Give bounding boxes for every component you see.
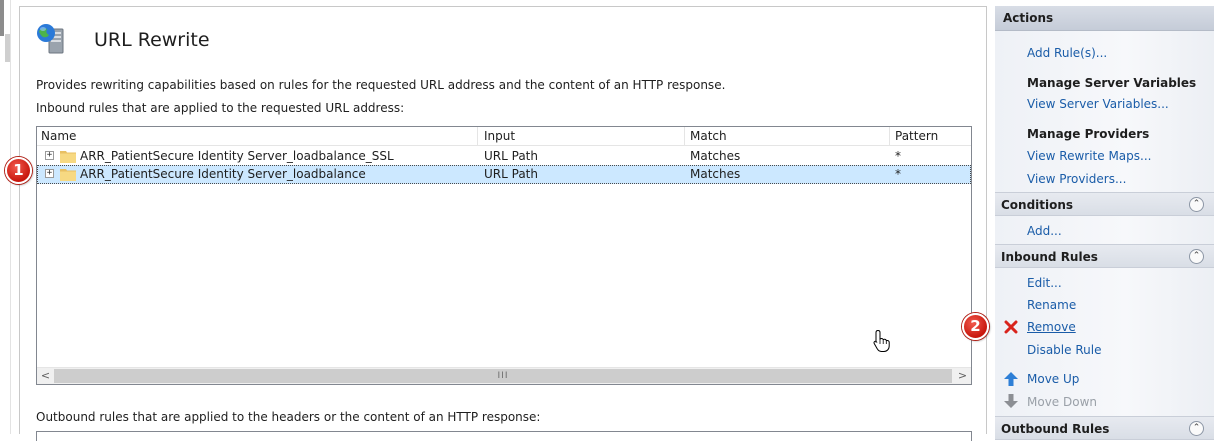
scroll-right-button[interactable]: > [954,368,971,384]
step-badge-1: 1 [5,157,32,184]
table-header: Name Input Match Pattern [37,127,971,146]
remove-rule-link[interactable]: Remove [1027,320,1076,334]
expand-icon[interactable]: + [45,169,54,178]
rule-pattern: * [895,149,901,163]
inbound-rules-title: Inbound Rules [1001,250,1098,264]
rule-name: ARR_PatientSecure Identity Server_loadba… [80,149,394,163]
left-pane-splitter[interactable] [0,0,4,36]
add-condition-link[interactable]: Add... [1027,224,1062,238]
rule-input: URL Path [484,167,538,181]
manage-server-variables-label: Manage Server Variables [1027,76,1197,90]
column-header-match[interactable]: Match [690,129,727,143]
rule-input: URL Path [484,149,538,163]
edit-rule-link[interactable]: Edit... [1027,276,1062,290]
rename-rule-link[interactable]: Rename [1027,298,1076,312]
view-server-variables-link[interactable]: View Server Variables... [1027,97,1169,111]
rule-pattern: * [895,167,901,181]
outbound-rules-section-header[interactable]: Outbound Rules ⌃ [995,416,1214,440]
arrow-down-icon [1004,394,1018,408]
left-pane-divider [10,0,11,434]
view-providers-link[interactable]: View Providers... [1027,172,1126,186]
actions-header: Actions [995,6,1214,31]
rule-match: Matches [690,167,741,181]
rule-match: Matches [690,149,741,163]
view-rewrite-maps-link[interactable]: View Rewrite Maps... [1027,149,1151,163]
actions-title: Actions [1003,11,1054,25]
remove-icon[interactable] [1003,319,1019,335]
outbound-rules-table[interactable] [36,431,972,441]
inbound-rules-section-header[interactable]: Inbound Rules ⌃ [995,244,1214,268]
folder-icon [60,169,76,181]
manage-providers-label: Manage Providers [1027,127,1150,141]
chevron-up-icon[interactable]: ⌃ [1189,197,1204,212]
column-header-pattern[interactable]: Pattern [895,129,938,143]
outbound-rules-label: Outbound rules that are applied to the h… [36,410,541,424]
feature-description: Provides rewriting capabilities based on… [36,78,726,92]
add-rules-link[interactable]: Add Rule(s)... [1027,46,1107,60]
url-rewrite-globe-server-icon [37,24,64,54]
scrollbar-thumb[interactable]: III [54,369,952,383]
move-down-link: Move Down [1027,395,1097,409]
hand-cursor-icon [873,329,890,352]
horizontal-scrollbar[interactable]: < III > [37,367,971,384]
expand-icon[interactable]: + [45,151,54,160]
url-rewrite-panel: URL Rewrite Provides rewriting capabilit… [19,6,987,441]
rule-name: ARR_PatientSecure Identity Server_loadba… [80,167,366,181]
folder-icon [60,151,76,163]
inbound-rules-label: Inbound rules that are applied to the re… [36,101,405,115]
conditions-title: Conditions [1001,198,1074,212]
left-pane-edge [0,0,11,434]
disable-rule-link[interactable]: Disable Rule [1027,343,1101,357]
chevron-up-icon[interactable]: ⌃ [1189,249,1204,264]
table-row-selected[interactable]: + ARR_PatientSecure Identity Server_load… [37,165,971,184]
conditions-section-header[interactable]: Conditions ⌃ [995,192,1214,216]
move-up-link[interactable]: Move Up [1027,372,1079,386]
column-header-input[interactable]: Input [484,129,515,143]
actions-pane: Actions Add Rule(s)... Manage Server Var… [995,6,1214,440]
table-row[interactable]: + ARR_PatientSecure Identity Server_load… [37,147,971,166]
page-title: URL Rewrite [94,29,210,51]
column-header-name[interactable]: Name [41,129,76,143]
inbound-rules-table[interactable]: Name Input Match Pattern + ARR_PatientSe… [36,126,972,385]
scroll-left-button[interactable]: < [37,368,54,384]
step-badge-2: 2 [962,313,989,340]
scrollbar-grip: III [497,371,509,381]
arrow-up-icon[interactable] [1003,371,1019,387]
